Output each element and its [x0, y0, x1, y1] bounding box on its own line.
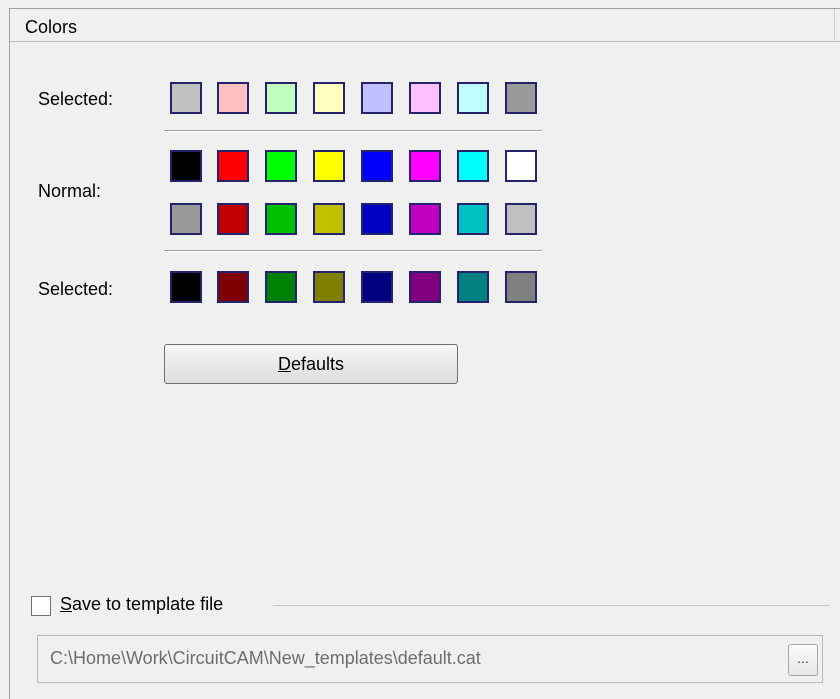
color-swatch-selected-bottom-7[interactable] — [457, 271, 489, 303]
color-swatch-normal-2-2[interactable] — [217, 203, 249, 235]
color-swatch-normal-1-4[interactable] — [313, 150, 345, 182]
save-template-checkbox[interactable] — [31, 596, 51, 616]
browse-button[interactable]: ... — [788, 644, 818, 676]
color-swatch-normal-1-7[interactable] — [457, 150, 489, 182]
save-template-accel: S — [60, 594, 73, 614]
color-swatch-selected-bottom-4[interactable] — [313, 271, 345, 303]
color-swatch-selected-top-4[interactable] — [313, 82, 345, 114]
color-swatch-selected-top-5[interactable] — [361, 82, 393, 114]
section-title: Colors — [25, 17, 78, 37]
group-divider — [273, 605, 830, 606]
color-swatch-selected-top-7[interactable] — [457, 82, 489, 114]
save-template-label[interactable]: Save to template file — [60, 594, 223, 615]
color-swatch-selected-bottom-3[interactable] — [265, 271, 297, 303]
color-swatch-normal-2-3[interactable] — [265, 203, 297, 235]
template-path-field: C:\Home\Work\CircuitCAM\New_templates\de… — [37, 635, 823, 683]
color-swatch-normal-1-5[interactable] — [361, 150, 393, 182]
color-swatch-selected-top-3[interactable] — [265, 82, 297, 114]
color-swatch-selected-bottom-8[interactable] — [505, 271, 537, 303]
section-header: Colors — [10, 9, 840, 42]
separator-top — [164, 130, 542, 132]
selected-top-label: Selected: — [38, 89, 114, 109]
selected-bottom-label: Selected: — [38, 279, 114, 299]
color-swatch-selected-bottom-6[interactable] — [409, 271, 441, 303]
defaults-button-label: efaults — [290, 354, 345, 374]
color-swatch-selected-bottom-1[interactable] — [170, 271, 202, 303]
color-swatch-selected-top-2[interactable] — [217, 82, 249, 114]
color-swatch-selected-top-1[interactable] — [170, 82, 202, 114]
separator-bottom — [164, 250, 542, 252]
color-swatch-normal-1-2[interactable] — [217, 150, 249, 182]
color-swatch-normal-2-4[interactable] — [313, 203, 345, 235]
color-swatch-normal-2-1[interactable] — [170, 203, 202, 235]
color-swatch-normal-2-7[interactable] — [457, 203, 489, 235]
color-swatch-normal-1-1[interactable] — [170, 150, 202, 182]
header-scroll-edge — [834, 9, 840, 42]
template-path-text: C:\Home\Work\CircuitCAM\New_templates\de… — [50, 648, 481, 668]
save-template-label-rest: ave to template file — [72, 594, 224, 614]
color-swatch-selected-bottom-5[interactable] — [361, 271, 393, 303]
normal-label: Normal: — [38, 181, 102, 201]
color-swatch-normal-2-6[interactable] — [409, 203, 441, 235]
color-swatch-normal-1-8[interactable] — [505, 150, 537, 182]
color-swatch-selected-top-8[interactable] — [505, 82, 537, 114]
color-swatch-normal-2-5[interactable] — [361, 203, 393, 235]
color-swatch-selected-top-6[interactable] — [409, 82, 441, 114]
color-swatch-normal-1-3[interactable] — [265, 150, 297, 182]
defaults-button-accel: D — [277, 354, 291, 374]
color-swatch-normal-2-8[interactable] — [505, 203, 537, 235]
defaults-button[interactable]: Defaults — [164, 344, 458, 384]
color-swatch-selected-bottom-2[interactable] — [217, 271, 249, 303]
color-swatch-normal-1-6[interactable] — [409, 150, 441, 182]
